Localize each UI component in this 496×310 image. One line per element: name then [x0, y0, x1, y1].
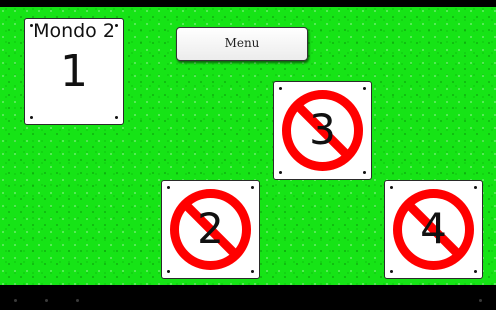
bolt-icon	[390, 270, 393, 273]
bolt-icon	[279, 87, 282, 90]
world-number: 1	[60, 46, 88, 97]
bolt-icon	[167, 186, 170, 189]
bolt-icon	[115, 116, 118, 119]
system-navigation-bar	[0, 285, 496, 310]
nav-dot-icon	[479, 299, 482, 302]
level-number: 2	[197, 204, 224, 253]
bolt-icon	[30, 116, 33, 119]
level-number: 3	[309, 105, 336, 154]
bolt-icon	[167, 270, 170, 273]
bolt-icon	[474, 186, 477, 189]
level-3-tile[interactable]: 3	[273, 81, 372, 180]
nav-dot-icon	[14, 299, 17, 302]
world-title: Mondo 2	[33, 20, 115, 42]
bolt-icon	[363, 87, 366, 90]
menu-button[interactable]: Menu	[176, 27, 308, 61]
level-4-tile[interactable]: 4	[384, 180, 483, 279]
bolt-icon	[474, 270, 477, 273]
bolt-icon	[390, 186, 393, 189]
nav-dot-icon	[45, 299, 48, 302]
top-status-strip	[0, 0, 496, 7]
bolt-icon	[251, 186, 254, 189]
nav-dot-icon	[76, 299, 79, 302]
bolt-icon	[363, 171, 366, 174]
level-2-tile[interactable]: 2	[161, 180, 260, 279]
menu-button-label: Menu	[224, 36, 260, 50]
world-sign: Mondo 2 1	[24, 18, 124, 125]
game-field: Mondo 2 1 Menu 3 2 4	[0, 7, 496, 285]
bolt-icon	[279, 171, 282, 174]
level-number: 4	[420, 204, 447, 253]
bolt-icon	[251, 270, 254, 273]
